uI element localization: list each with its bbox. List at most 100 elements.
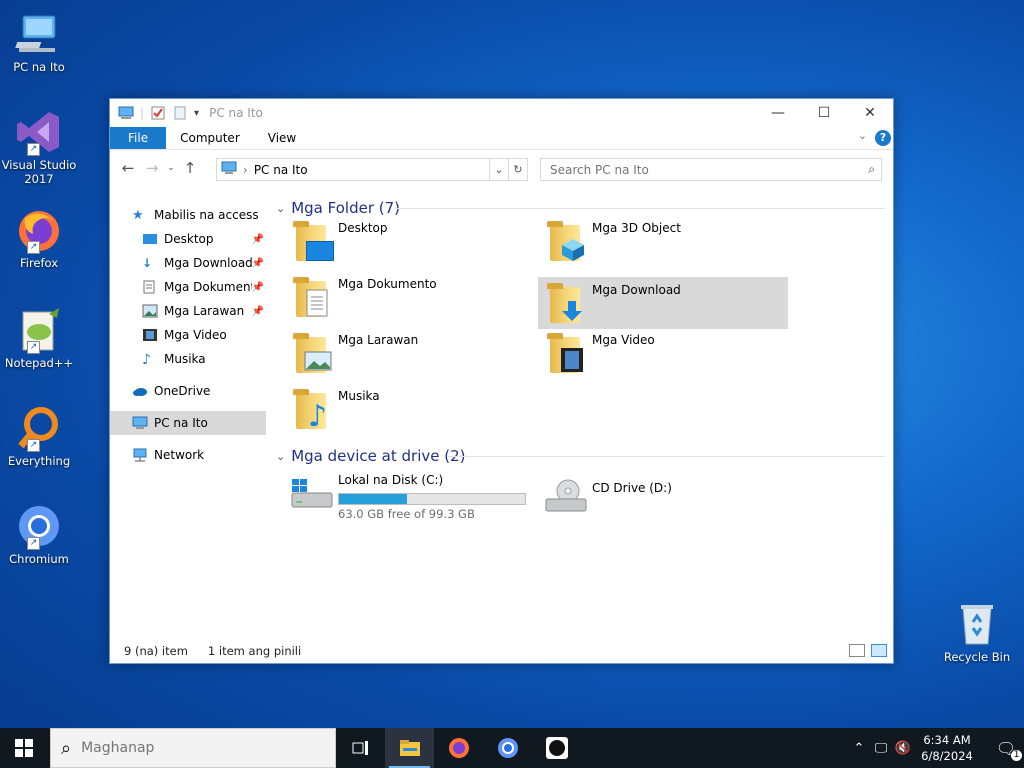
documents-folder-icon: [292, 275, 334, 319]
taskbar: ⌕ ⌃ 🖵 🔇 6:34 AM 6/8/2024 🗨1: [0, 728, 1024, 768]
drive-tile-c[interactable]: Lokal na Disk (C:) 63.0 GB free of 99.3 …: [284, 471, 534, 523]
desktop-icon: [142, 232, 158, 246]
nav-item-pictures[interactable]: Mga Larawan 📌: [142, 299, 264, 323]
nav-item-documents[interactable]: Mga Dokumento 📌: [142, 275, 264, 299]
pin-icon: 📌: [251, 257, 264, 269]
nav-label: Mga Dokumento: [164, 280, 263, 294]
refresh-icon[interactable]: ↻: [508, 159, 527, 180]
nav-this-pc[interactable]: PC na Ito: [110, 411, 266, 435]
minimize-button[interactable]: —: [755, 99, 801, 127]
taskbar-file-explorer[interactable]: [385, 728, 434, 768]
desktop-icon-label: Notepad++: [4, 356, 74, 370]
taskbar-search-input[interactable]: [79, 739, 304, 757]
taskbar-firefox[interactable]: [434, 728, 483, 768]
close-button[interactable]: ✕: [847, 99, 893, 127]
taskbar-app-button[interactable]: [532, 728, 581, 768]
group-header-devices[interactable]: ⌄ Mga device at drive (2): [276, 447, 466, 465]
drive-tile-d[interactable]: CD Drive (D:): [538, 471, 788, 523]
up-button[interactable]: ↑: [178, 159, 202, 177]
search-input[interactable]: [548, 161, 852, 178]
desktop-icon-chromium[interactable]: ↗ Chromium: [0, 502, 78, 566]
notification-center-button[interactable]: 🗨 1: [988, 728, 1024, 768]
app-icon: [545, 737, 568, 759]
desktop-icon-notepadpp[interactable]: ↗ Notepad++: [0, 306, 78, 370]
address-dropdown-icon[interactable]: ⌄: [489, 159, 508, 180]
nav-network[interactable]: Network: [132, 443, 204, 467]
address-bar[interactable]: › PC na Ito ⌄ ↻: [216, 158, 528, 181]
file-explorer-icon: [399, 740, 420, 756]
status-selected-count: 1 item ang pinili: [207, 644, 302, 658]
visual-studio-icon: ↗: [15, 108, 63, 156]
nav-item-desktop[interactable]: Desktop 📌: [142, 227, 264, 251]
folder-label: Mga Video: [592, 333, 655, 347]
desktop-icon-recycle-bin[interactable]: Recycle Bin: [938, 600, 1016, 664]
notepadpp-icon: ↗: [15, 306, 63, 354]
clock-date: 6/8/2024: [921, 749, 973, 763]
desktop-icon-label: PC na Ito: [13, 60, 65, 74]
large-icons-view-icon[interactable]: [871, 644, 887, 657]
nav-item-videos[interactable]: Mga Video: [142, 323, 227, 347]
pin-icon: 📌: [251, 233, 264, 245]
tab-computer[interactable]: Computer: [166, 127, 254, 149]
taskbar-search-box[interactable]: ⌕: [50, 728, 336, 768]
pictures-icon: [142, 304, 158, 318]
chevron-up-icon[interactable]: ⌃: [848, 741, 870, 756]
content-pane: ⌄ Mga Folder (7) Desktop Mga 3D Object M…: [270, 199, 890, 629]
nav-item-music[interactable]: ♪ Musika: [142, 347, 206, 371]
folder-tile-music[interactable]: ♪ Musika: [284, 383, 534, 435]
status-bar: 9 (na) item 1 item ang pinili: [110, 639, 893, 663]
nav-item-downloads[interactable]: ↓ Mga Download 📌: [142, 251, 264, 275]
forward-button[interactable]: →: [140, 159, 164, 177]
network-status-icon[interactable]: 🖵: [870, 741, 892, 756]
back-button[interactable]: ←: [116, 159, 140, 177]
video-icon: [142, 328, 158, 342]
nav-label: Network: [154, 448, 205, 462]
nav-label: Mabilis na access: [154, 208, 259, 222]
desktop-icon-everything[interactable]: ↗ Everything: [0, 404, 78, 468]
chevron-right-icon: ›: [243, 162, 248, 177]
folder-tile-pictures[interactable]: Mga Larawan: [284, 327, 534, 379]
folder-tile-videos[interactable]: Mga Video: [538, 327, 788, 379]
recent-locations-button[interactable]: ⌄: [164, 163, 178, 173]
navigation-bar: ← → ⌄ ↑ › PC na Ito ⌄ ↻ ⌕: [110, 150, 893, 186]
divider: [448, 456, 885, 457]
notification-icon: 🗨 1: [996, 739, 1023, 761]
title-bar[interactable]: | ▾ PC na Ito — ☐ ✕: [110, 99, 893, 127]
desktop-icon-visual-studio[interactable]: ↗ Visual Studio 2017: [0, 108, 78, 186]
3d-objects-folder-icon: [546, 219, 588, 263]
navigation-pane: ★ Mabilis na access Desktop 📌 ↓ Mga Down…: [110, 199, 266, 639]
volume-muted-icon[interactable]: 🔇: [892, 741, 914, 756]
properties-icon[interactable]: [150, 105, 166, 121]
cloud-icon: [132, 384, 148, 398]
folder-tile-documents[interactable]: Mga Dokumento: [284, 271, 534, 323]
chromium-icon: ↗: [15, 502, 63, 550]
chromium-icon: [497, 738, 518, 758]
taskbar-chromium[interactable]: [483, 728, 532, 768]
search-box[interactable]: ⌕: [540, 158, 882, 181]
details-view-icon[interactable]: [849, 644, 865, 657]
start-button[interactable]: [0, 728, 48, 768]
task-view-icon: [352, 741, 368, 755]
firefox-icon: [448, 738, 469, 758]
tab-file[interactable]: File: [110, 127, 167, 149]
nav-onedrive[interactable]: OneDrive: [132, 379, 210, 403]
maximize-button[interactable]: ☐: [801, 99, 847, 127]
task-view-button[interactable]: [336, 728, 385, 768]
customize-quick-access-icon[interactable]: ▾: [194, 108, 199, 119]
clock[interactable]: 6:34 AM 6/8/2024: [914, 732, 980, 764]
folder-tile-3d-objects[interactable]: Mga 3D Object: [538, 215, 788, 267]
nav-label: Musika: [164, 352, 206, 366]
tab-view[interactable]: View: [254, 127, 310, 149]
desktop-icon-this-pc[interactable]: PC na Ito: [0, 10, 78, 74]
folder-tile-downloads[interactable]: Mga Download: [538, 277, 788, 329]
desktop-icon-firefox[interactable]: ↗ Firefox: [0, 206, 78, 270]
help-icon[interactable]: ?: [875, 130, 891, 146]
folder-tile-desktop[interactable]: Desktop: [284, 215, 534, 267]
nav-label: Mga Video: [164, 328, 227, 342]
file-explorer-window: | ▾ PC na Ito — ☐ ✕ File Computer View ⌄…: [109, 98, 894, 664]
new-folder-icon[interactable]: [172, 105, 188, 121]
nav-quick-access[interactable]: ★ Mabilis na access: [132, 203, 259, 227]
address-path[interactable]: PC na Ito: [254, 163, 308, 177]
search-icon[interactable]: ⌕: [868, 162, 875, 177]
expand-ribbon-icon[interactable]: ⌄: [858, 129, 867, 142]
